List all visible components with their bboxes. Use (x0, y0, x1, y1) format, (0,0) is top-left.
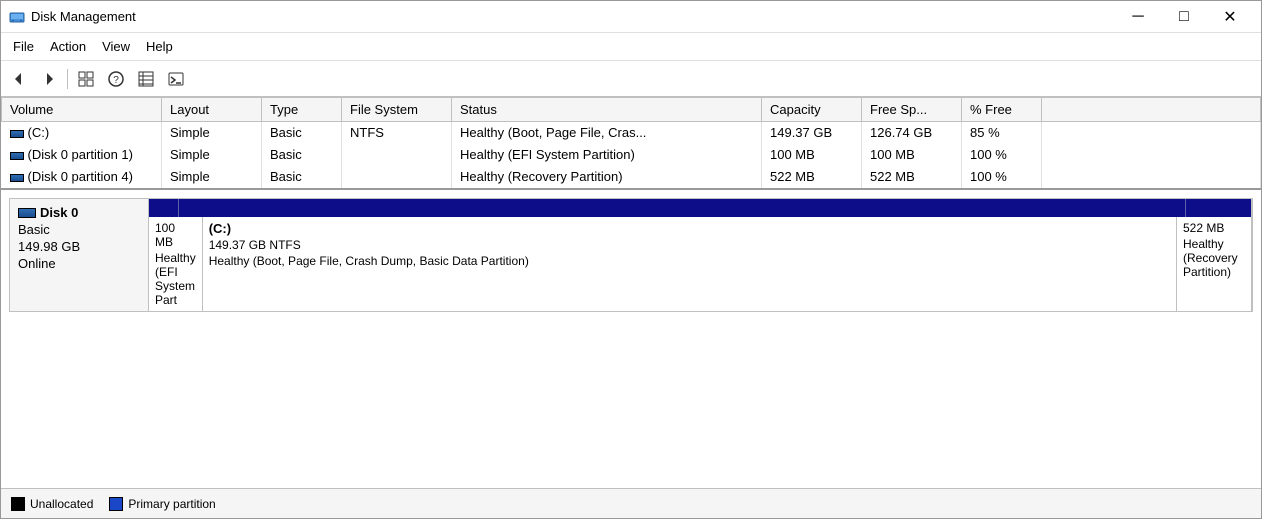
menu-help[interactable]: Help (138, 35, 181, 58)
cell-pctfree: 100 % (962, 166, 1042, 188)
col-header-type[interactable]: Type (262, 98, 342, 122)
cell-layout: Simple (162, 122, 262, 144)
terminal-button[interactable] (162, 65, 190, 93)
cell-extra (1042, 144, 1261, 166)
cell-freesp: 522 MB (862, 166, 962, 188)
col-header-volume[interactable]: Volume (2, 98, 162, 122)
col-header-status[interactable]: Status (452, 98, 762, 122)
legend-area: Unallocated Primary partition (1, 488, 1261, 518)
cell-capacity: 100 MB (762, 144, 862, 166)
col-header-extra (1042, 98, 1261, 122)
col-header-filesystem[interactable]: File System (342, 98, 452, 122)
partition-body-segment[interactable]: 100 MB Healthy (EFI System Part (149, 217, 203, 311)
close-button[interactable]: ✕ (1207, 1, 1253, 33)
cell-status: Healthy (Boot, Page File, Cras... (452, 122, 762, 144)
col-header-layout[interactable]: Layout (162, 98, 262, 122)
col-header-freesp[interactable]: Free Sp... (862, 98, 962, 122)
cell-volume: (Disk 0 partition 1) (2, 144, 162, 166)
partition-size: 100 MB (155, 221, 196, 249)
cell-filesystem: NTFS (342, 122, 452, 144)
partition-body-segment[interactable]: (C:) 149.37 GB NTFS Healthy (Boot, Page … (203, 217, 1177, 311)
disk-map-area[interactable]: Disk 0 Basic 149.98 GB Online 100 MB Hea… (1, 190, 1261, 489)
menu-file[interactable]: File (5, 35, 42, 58)
window-title: Disk Management (31, 9, 1115, 24)
forward-button[interactable] (35, 65, 63, 93)
cell-volume: (Disk 0 partition 4) (2, 166, 162, 188)
col-header-capacity[interactable]: Capacity (762, 98, 862, 122)
cell-filesystem (342, 166, 452, 188)
partition-desc: Healthy (Recovery Partition) (1183, 237, 1245, 279)
svg-text:?: ? (113, 75, 119, 86)
disk-label: Disk 0 Basic 149.98 GB Online (9, 198, 149, 312)
cell-freesp: 100 MB (862, 144, 962, 166)
partition-body-row: 100 MB Healthy (EFI System Part(C:) 149.… (149, 217, 1252, 311)
partition-size: 149.37 GB NTFS (209, 238, 1170, 252)
toolbar: ? (1, 61, 1261, 97)
menu-action[interactable]: Action (42, 35, 94, 58)
partition-header-row (149, 199, 1252, 217)
minimize-button[interactable]: ─ (1115, 1, 1161, 33)
cell-type: Basic (262, 122, 342, 144)
help-button[interactable]: ? (102, 65, 130, 93)
cell-type: Basic (262, 144, 342, 166)
cell-status: Healthy (Recovery Partition) (452, 166, 762, 188)
partition-desc: Healthy (EFI System Part (155, 251, 196, 307)
partition-name: (C:) (209, 221, 1170, 236)
window-controls: ─ □ ✕ (1115, 1, 1253, 33)
cell-extra (1042, 122, 1261, 144)
cell-pctfree: 100 % (962, 144, 1042, 166)
cell-freesp: 126.74 GB (862, 122, 962, 144)
table-header-row: Volume Layout Type File System Status Ca… (2, 98, 1261, 122)
cell-filesystem (342, 144, 452, 166)
table-row[interactable]: (C:) Simple Basic NTFS Healthy (Boot, Pa… (2, 122, 1261, 144)
volume-table: Volume Layout Type File System Status Ca… (1, 97, 1261, 188)
table-row[interactable]: (Disk 0 partition 1) Simple Basic Health… (2, 144, 1261, 166)
legend-label-unallocated: Unallocated (30, 497, 93, 511)
legend-box-primary (109, 497, 123, 511)
disk-type: Basic (18, 222, 140, 237)
overview-button[interactable] (72, 65, 100, 93)
menu-view[interactable]: View (94, 35, 138, 58)
menu-bar: File Action View Help (1, 33, 1261, 61)
cell-volume: (C:) (2, 122, 162, 144)
disk-row: Disk 0 Basic 149.98 GB Online 100 MB Hea… (9, 198, 1253, 312)
list-button[interactable] (132, 65, 160, 93)
partition-header-segment (179, 199, 1186, 217)
cell-capacity: 149.37 GB (762, 122, 862, 144)
partition-header-segment (149, 199, 179, 217)
back-button[interactable] (5, 65, 33, 93)
cell-layout: Simple (162, 144, 262, 166)
cell-layout: Simple (162, 166, 262, 188)
legend-primary: Primary partition (109, 497, 215, 511)
cell-status: Healthy (EFI System Partition) (452, 144, 762, 166)
legend-box-unallocated (11, 497, 25, 511)
partition-body-segment[interactable]: 522 MB Healthy (Recovery Partition) (1177, 217, 1252, 311)
partition-desc: Healthy (Boot, Page File, Crash Dump, Ba… (209, 254, 1170, 268)
separator-1 (67, 69, 68, 89)
legend-label-primary: Primary partition (128, 497, 215, 511)
disk-partitions: 100 MB Healthy (EFI System Part(C:) 149.… (149, 198, 1253, 312)
table-row[interactable]: (Disk 0 partition 4) Simple Basic Health… (2, 166, 1261, 188)
disk-name: Disk 0 (18, 205, 140, 220)
cell-pctfree: 85 % (962, 122, 1042, 144)
cell-capacity: 522 MB (762, 166, 862, 188)
partition-size: 522 MB (1183, 221, 1245, 235)
title-bar: Disk Management ─ □ ✕ (1, 1, 1261, 33)
volume-table-area: Volume Layout Type File System Status Ca… (1, 97, 1261, 190)
partition-header-segment (1186, 199, 1252, 217)
cell-extra (1042, 166, 1261, 188)
disk-status: Online (18, 256, 140, 271)
app-icon (9, 9, 25, 25)
col-header-pctfree[interactable]: % Free (962, 98, 1042, 122)
maximize-button[interactable]: □ (1161, 1, 1207, 33)
disk-size: 149.98 GB (18, 239, 140, 254)
legend-unallocated: Unallocated (11, 497, 93, 511)
main-window: Disk Management ─ □ ✕ File Action View H… (0, 0, 1262, 519)
cell-type: Basic (262, 166, 342, 188)
